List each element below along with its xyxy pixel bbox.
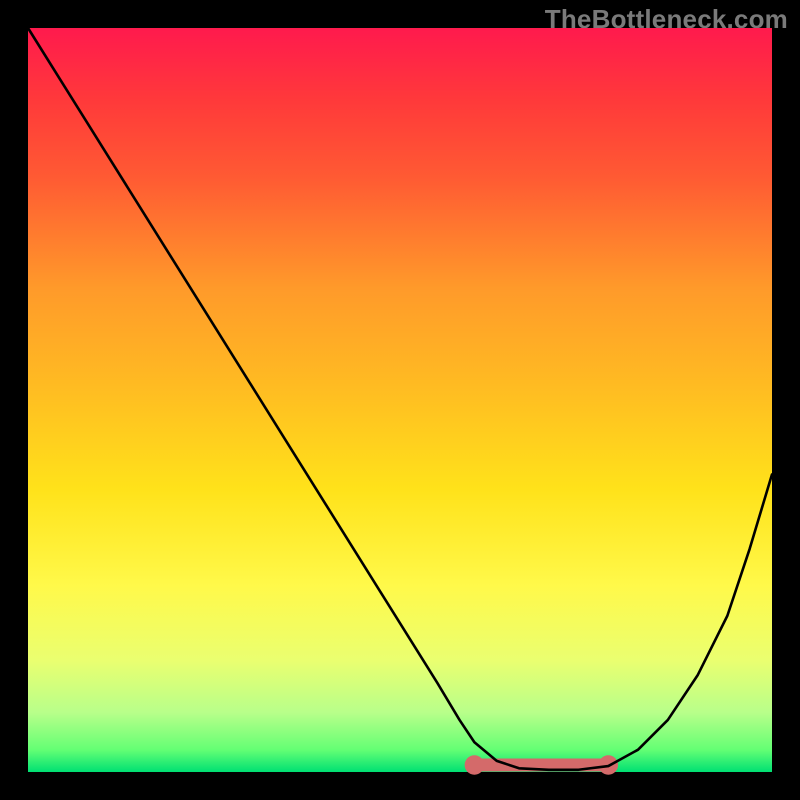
- plot-area: [28, 28, 772, 772]
- optimal-range-marker: [465, 755, 618, 775]
- marker-cap-left: [465, 755, 485, 775]
- chart-svg: [28, 28, 772, 772]
- chart-container: TheBottleneck.com: [0, 0, 800, 800]
- bottleneck-curve: [28, 28, 772, 770]
